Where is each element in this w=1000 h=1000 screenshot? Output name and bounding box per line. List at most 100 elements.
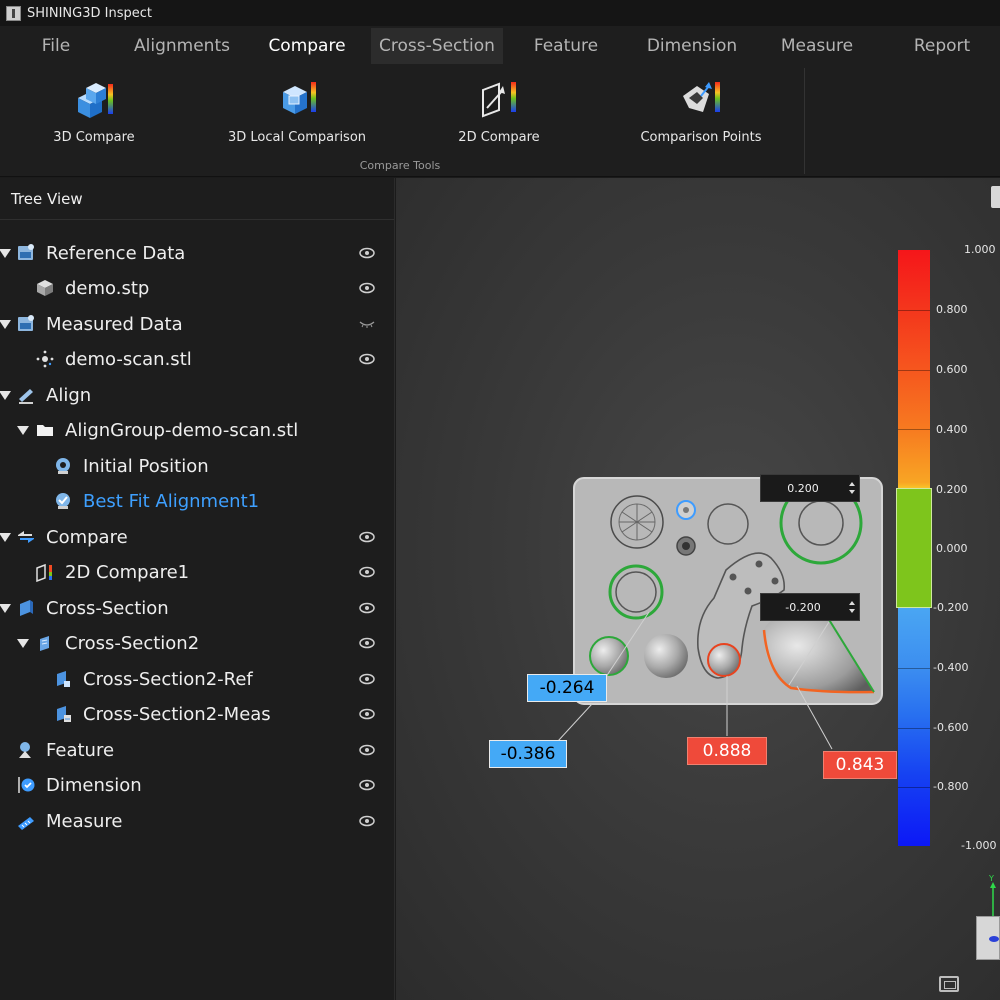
decrement-icon[interactable] [849,490,855,494]
3d-local-comparison-label: 3D Local Comparison [227,130,367,145]
tree-node-demo-scan-stl[interactable]: demo-scan.stl [0,342,395,376]
tree-node-measured-data[interactable]: Measured Data [0,307,395,341]
visibility-eye-icon[interactable] [359,744,375,756]
tree-node-label: demo.stp [65,277,150,299]
best-fit-alignment-icon [56,493,70,509]
colorbar-label: 1.000 [964,243,996,256]
tab-alignments[interactable]: Alignments [120,28,244,64]
measure-icon [18,817,34,830]
tree-node-label: Compare [46,526,128,548]
tree-node-label: Measured Data [46,313,183,335]
cross-section-meas-icon [57,706,71,722]
tree-node-align[interactable]: Align [0,378,395,412]
3d-compare-button[interactable]: 3D Compare [4,76,184,156]
decrement-icon[interactable] [849,609,855,613]
window-title: SHINING3D Inspect [27,5,152,21]
expand-arrow-icon[interactable] [17,425,29,435]
expand-arrow-icon[interactable] [0,390,11,400]
tree-node-feature[interactable]: Feature [0,733,395,767]
visibility-eye-icon[interactable] [359,779,375,791]
visibility-eye-icon[interactable] [359,353,375,365]
tab-feature[interactable]: Feature [516,28,616,64]
app-logo-icon [6,5,21,21]
ribbon-divider [804,68,805,174]
tree-node-best-fit-alignment1[interactable]: Best Fit Alignment1 [0,484,395,518]
tree-node-cross-section[interactable]: Cross-Section [0,591,395,625]
colorbar-tick [898,728,930,729]
deviation-callout[interactable]: -0.386 [489,740,567,768]
colorbar-tick [898,429,930,430]
tree-node-dimension[interactable]: Dimension [0,768,395,802]
2d-compare-label: 2D Compare [458,130,540,145]
tree-node-label: Cross-Section [46,597,169,619]
tree-node-cross-section2[interactable]: Cross-Section2 [0,626,395,660]
visibility-eye-icon[interactable] [359,282,375,294]
tree-node-label: Align [46,384,92,406]
tree-node-demo-stp[interactable]: demo.stp [0,271,395,305]
tab-compare[interactable]: Compare [254,28,360,64]
tab-measure[interactable]: Measure [766,28,868,64]
visibility-eye-icon[interactable] [359,708,375,720]
align-icon [19,389,33,404]
visibility-eye-icon[interactable] [359,673,375,685]
view-cube[interactable] [976,916,1000,960]
svg-text:Y: Y [988,874,994,883]
menu-bar: File Alignments Compare Cross-Section Fe… [0,26,1000,64]
tree-node-cross-section2-ref[interactable]: Cross-Section2-Ref [0,662,395,696]
fit-view-icon[interactable] [939,976,959,992]
tab-report[interactable]: Report [892,28,992,64]
visibility-eye-icon[interactable] [359,602,375,614]
deviation-color-bar[interactable] [896,250,932,846]
comparison-points-icon [683,82,720,112]
colorbar-tick [898,668,930,669]
tree-node-label: Cross-Section2-Ref [83,668,253,690]
visibility-eye-icon[interactable] [359,815,375,827]
expand-arrow-icon[interactable] [0,532,11,542]
tree-node-label: AlignGroup-demo-scan.stl [65,419,299,441]
comparison-points-button[interactable]: Comparison Points [611,76,791,156]
tree-node-measure[interactable]: Measure [0,804,395,838]
colorbar-label: 0.600 [936,363,968,376]
tab-file[interactable]: File [14,28,98,64]
visibility-eye-icon[interactable] [359,531,375,543]
hidden-eye-icon[interactable] [359,318,375,330]
visibility-eye-icon[interactable] [359,637,375,649]
deviation-callout[interactable]: 0.888 [687,737,767,765]
tree-node-label: Measure [46,810,123,832]
increment-icon[interactable] [849,482,855,486]
expand-arrow-icon[interactable] [0,603,11,613]
feature-icon [19,742,31,758]
comparison-points-label: Comparison Points [640,130,762,145]
dimension-icon [18,777,35,793]
3d-viewport[interactable]: 0.200 -0.200 -0.264 -0.386 0.888 0.843 1… [396,178,1000,1000]
cross-section-plane-icon [40,636,49,651]
lower-tolerance-spinbox[interactable]: -0.200 [760,593,860,621]
tree-node-label: Cross-Section2 [65,632,200,654]
increment-icon[interactable] [849,601,855,605]
expand-arrow-icon[interactable] [0,248,11,258]
colorbar-tick [898,370,930,371]
deviation-callout[interactable]: 0.843 [823,751,897,779]
deviation-callout[interactable]: -0.264 [527,674,607,702]
tree-node-initial-position[interactable]: Initial Position [0,449,395,483]
visibility-eye-icon[interactable] [359,247,375,259]
tree-node-compare[interactable]: Compare [0,520,395,554]
tab-cross-section[interactable]: Cross-Section [371,28,503,64]
expand-arrow-icon[interactable] [17,638,29,648]
expand-arrow-icon[interactable] [0,319,11,329]
tree-node-label: Best Fit Alignment1 [83,490,260,512]
tab-dimension[interactable]: Dimension [636,28,748,64]
2d-compare-button[interactable]: 2D Compare [409,76,589,156]
tree-node-cross-section2-meas[interactable]: Cross-Section2-Meas [0,697,395,731]
tree-node-label: Cross-Section2-Meas [83,703,271,725]
visibility-eye-icon[interactable] [359,566,375,578]
tree-node-2d-compare1[interactable]: 2D Compare1 [0,555,395,589]
tree-node-reference-data[interactable]: Reference Data [0,236,395,270]
colorbar-label: 0.200 [936,483,968,496]
axis-triad-icon: Y [988,874,996,916]
tree-node-aligngroup[interactable]: AlignGroup-demo-scan.stl [0,413,395,447]
3d-local-comparison-icon [283,82,316,114]
tree-node-label: demo-scan.stl [65,348,192,370]
upper-tolerance-spinbox[interactable]: 0.200 [760,474,860,502]
3d-local-comparison-button[interactable]: 3D Local Comparison [207,76,387,156]
